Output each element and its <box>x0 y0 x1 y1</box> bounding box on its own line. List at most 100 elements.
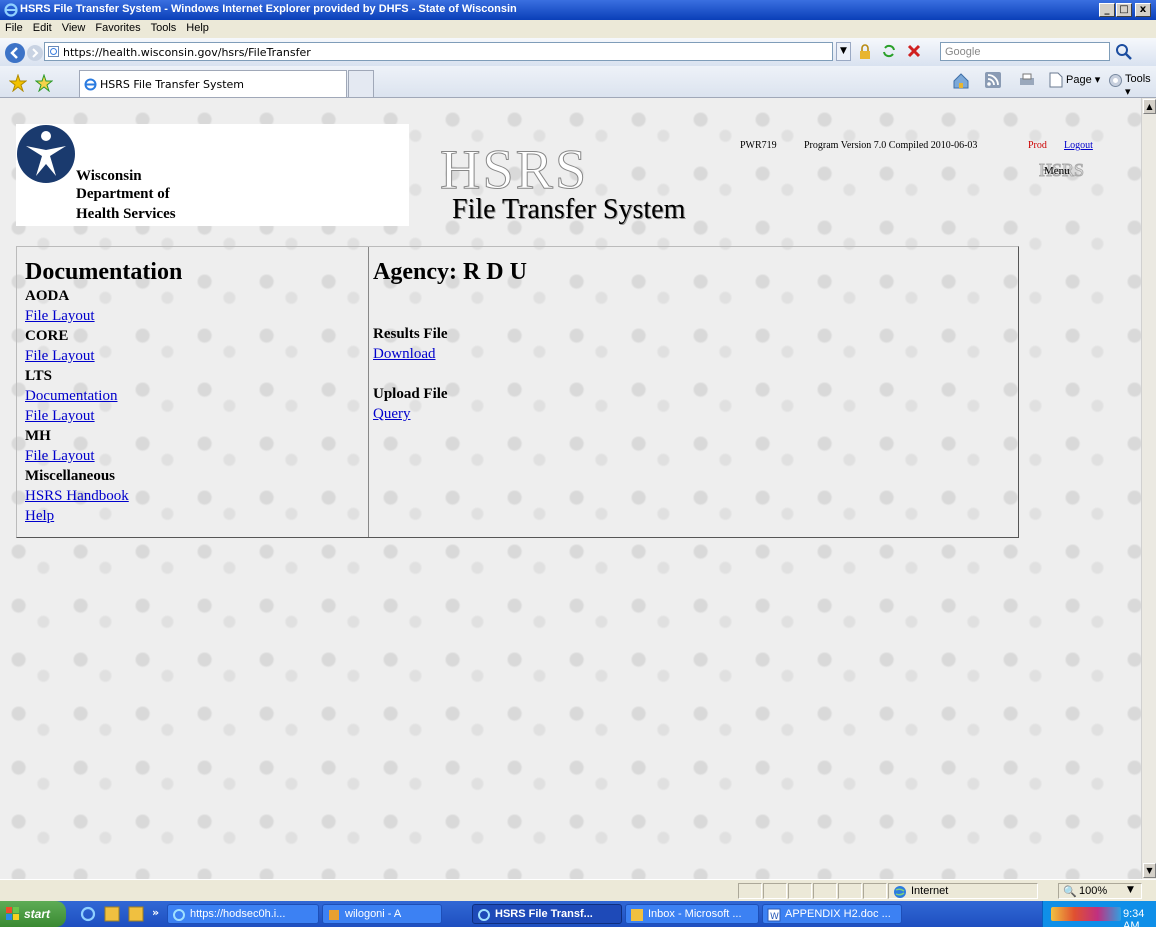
taskbar-item-wilogoni[interactable]: wilogoni - A <box>322 904 442 924</box>
logo-line3: Health Services <box>76 206 176 222</box>
zoom-dropdown-icon[interactable]: ▼ <box>1127 885 1134 895</box>
menu-help[interactable]: Help <box>181 20 214 34</box>
status-cell <box>738 883 762 899</box>
results-file-label: Results File <box>373 326 448 342</box>
windows-logo-icon <box>6 907 19 920</box>
hsrs-handbook-link[interactable]: HSRS Handbook <box>25 486 365 506</box>
banner-hsrs: HSRS <box>439 139 589 202</box>
status-cell <box>763 883 787 899</box>
aoda-file-layout-link[interactable]: File Layout <box>25 306 365 326</box>
mh-file-layout-link[interactable]: File Layout <box>25 446 365 466</box>
menu-link[interactable]: Menu <box>1044 165 1070 177</box>
documentation-panel: Documentation AODA File Layout CORE File… <box>17 247 369 537</box>
environment-label: Prod <box>1028 140 1047 151</box>
section-lts: LTS <box>25 368 52 384</box>
new-tab-button[interactable] <box>348 70 374 97</box>
status-cell <box>788 883 812 899</box>
status-cell <box>863 883 887 899</box>
taskbar-item-inbox[interactable]: Inbox - Microsoft ... <box>625 904 759 924</box>
program-code: PWR719 <box>740 140 777 151</box>
page-menu[interactable]: Page ▾ <box>1066 73 1100 86</box>
zone-cell[interactable]: Internet <box>888 883 1038 899</box>
tab-hsrs[interactable]: HSRS File Transfer System <box>79 70 347 97</box>
query-link[interactable]: Query <box>373 404 973 424</box>
feeds-icon[interactable] <box>985 72 1001 88</box>
search-icon[interactable] <box>1114 42 1134 61</box>
logo-line2: Department of <box>76 186 170 202</box>
refresh-icon[interactable] <box>881 43 897 59</box>
status-cell <box>813 883 837 899</box>
internet-globe-icon <box>894 886 906 898</box>
help-link[interactable]: Help <box>25 506 365 526</box>
menu-file[interactable]: File <box>0 20 28 34</box>
start-button[interactable]: start <box>0 901 66 927</box>
svg-text:W: W <box>770 912 779 922</box>
search-placeholder: Google <box>945 46 981 58</box>
outlook-quicklaunch-icon[interactable] <box>104 906 120 922</box>
menu-edit[interactable]: Edit <box>28 20 57 34</box>
lts-documentation-link[interactable]: Documentation <box>25 386 365 406</box>
outlook-icon <box>631 909 643 921</box>
dhs-figure-icon <box>17 125 75 183</box>
logo-line1: Wisconsin <box>76 168 142 184</box>
clock: 9:34 AM <box>1123 908 1145 927</box>
vertical-scrollbar[interactable]: ▲ ▼ <box>1141 98 1156 879</box>
app-icon <box>329 910 339 920</box>
more-quicklaunch-icon[interactable]: » <box>152 906 159 919</box>
url-text: https://health.wisconsin.gov/hsrs/FileTr… <box>63 46 311 59</box>
search-field[interactable]: Google <box>940 42 1110 61</box>
zoom-icon: 🔍 <box>1063 886 1077 898</box>
maximize-button[interactable]: □ <box>1116 3 1132 17</box>
lock-icon[interactable] <box>858 44 872 60</box>
zoom-cell[interactable]: 🔍 100% ▼ <box>1058 883 1142 899</box>
download-link[interactable]: Download <box>373 344 973 364</box>
outlook2-quicklaunch-icon[interactable] <box>128 906 144 922</box>
forward-icon[interactable] <box>26 44 44 62</box>
taskbar-item-hsrs[interactable]: HSRS File Transf... <box>472 904 622 924</box>
taskbar-item-appendix[interactable]: W APPENDIX H2.doc ... <box>762 904 902 924</box>
favorites-star-icon[interactable] <box>9 74 27 92</box>
upload-file-label: Upload File <box>373 386 448 402</box>
scroll-down-icon[interactable]: ▼ <box>1143 863 1156 878</box>
back-icon[interactable] <box>4 42 26 64</box>
print-icon[interactable] <box>1018 72 1036 88</box>
menu-tools[interactable]: Tools <box>146 20 182 34</box>
address-field[interactable]: https://health.wisconsin.gov/hsrs/FileTr… <box>44 42 833 61</box>
ie-icon <box>478 909 490 921</box>
tray-icons[interactable] <box>1051 907 1121 921</box>
menu-favorites[interactable]: Favorites <box>90 20 145 34</box>
menu-bar: File Edit View Favorites Tools Help <box>0 20 1156 38</box>
ie-logo-icon <box>4 3 18 17</box>
program-version: Program Version 7.0 Compiled 2010-06-03 <box>804 140 978 151</box>
close-button[interactable]: x <box>1135 3 1151 17</box>
page-icon <box>48 46 59 57</box>
stop-icon[interactable] <box>906 43 922 59</box>
windows-taskbar: start » https://hodsec0h.i... wilogoni -… <box>0 901 1156 927</box>
page-viewport: Wisconsin Department of Health Services … <box>0 98 1141 879</box>
status-cell <box>838 883 862 899</box>
core-file-layout-link[interactable]: File Layout <box>25 346 365 366</box>
section-mh: MH <box>25 428 51 444</box>
add-favorites-icon[interactable] <box>35 74 53 92</box>
lts-file-layout-link[interactable]: File Layout <box>25 406 365 426</box>
tools-gear-icon <box>1109 74 1122 87</box>
start-label: start <box>24 907 51 921</box>
ie-quicklaunch-icon[interactable] <box>80 906 96 922</box>
banner-title: File Transfer System <box>452 194 686 225</box>
taskbar-item-hodsec[interactable]: https://hodsec0h.i... <box>167 904 319 924</box>
section-core: CORE <box>25 328 69 344</box>
ie-tab-icon <box>84 78 97 91</box>
agency-heading: Agency: R D U <box>373 259 527 285</box>
menu-view[interactable]: View <box>57 20 91 34</box>
window-titlebar[interactable]: HSRS File Transfer System - Windows Inte… <box>0 0 1156 20</box>
word-icon: W <box>767 908 781 922</box>
agency-panel: Agency: R D U Results File Download Uplo… <box>369 247 1018 537</box>
logout-link[interactable]: Logout <box>1064 140 1093 151</box>
scroll-up-icon[interactable]: ▲ <box>1143 99 1156 114</box>
tools-menu[interactable]: Tools ▾ <box>1125 73 1156 98</box>
address-toolbar: https://health.wisconsin.gov/hsrs/FileTr… <box>0 38 1156 66</box>
minimize-button[interactable]: _ <box>1099 3 1115 17</box>
address-dropdown-icon[interactable]: ▼ <box>836 42 851 61</box>
system-tray: 9:34 AM <box>1042 901 1156 927</box>
home-icon[interactable] <box>952 72 970 90</box>
